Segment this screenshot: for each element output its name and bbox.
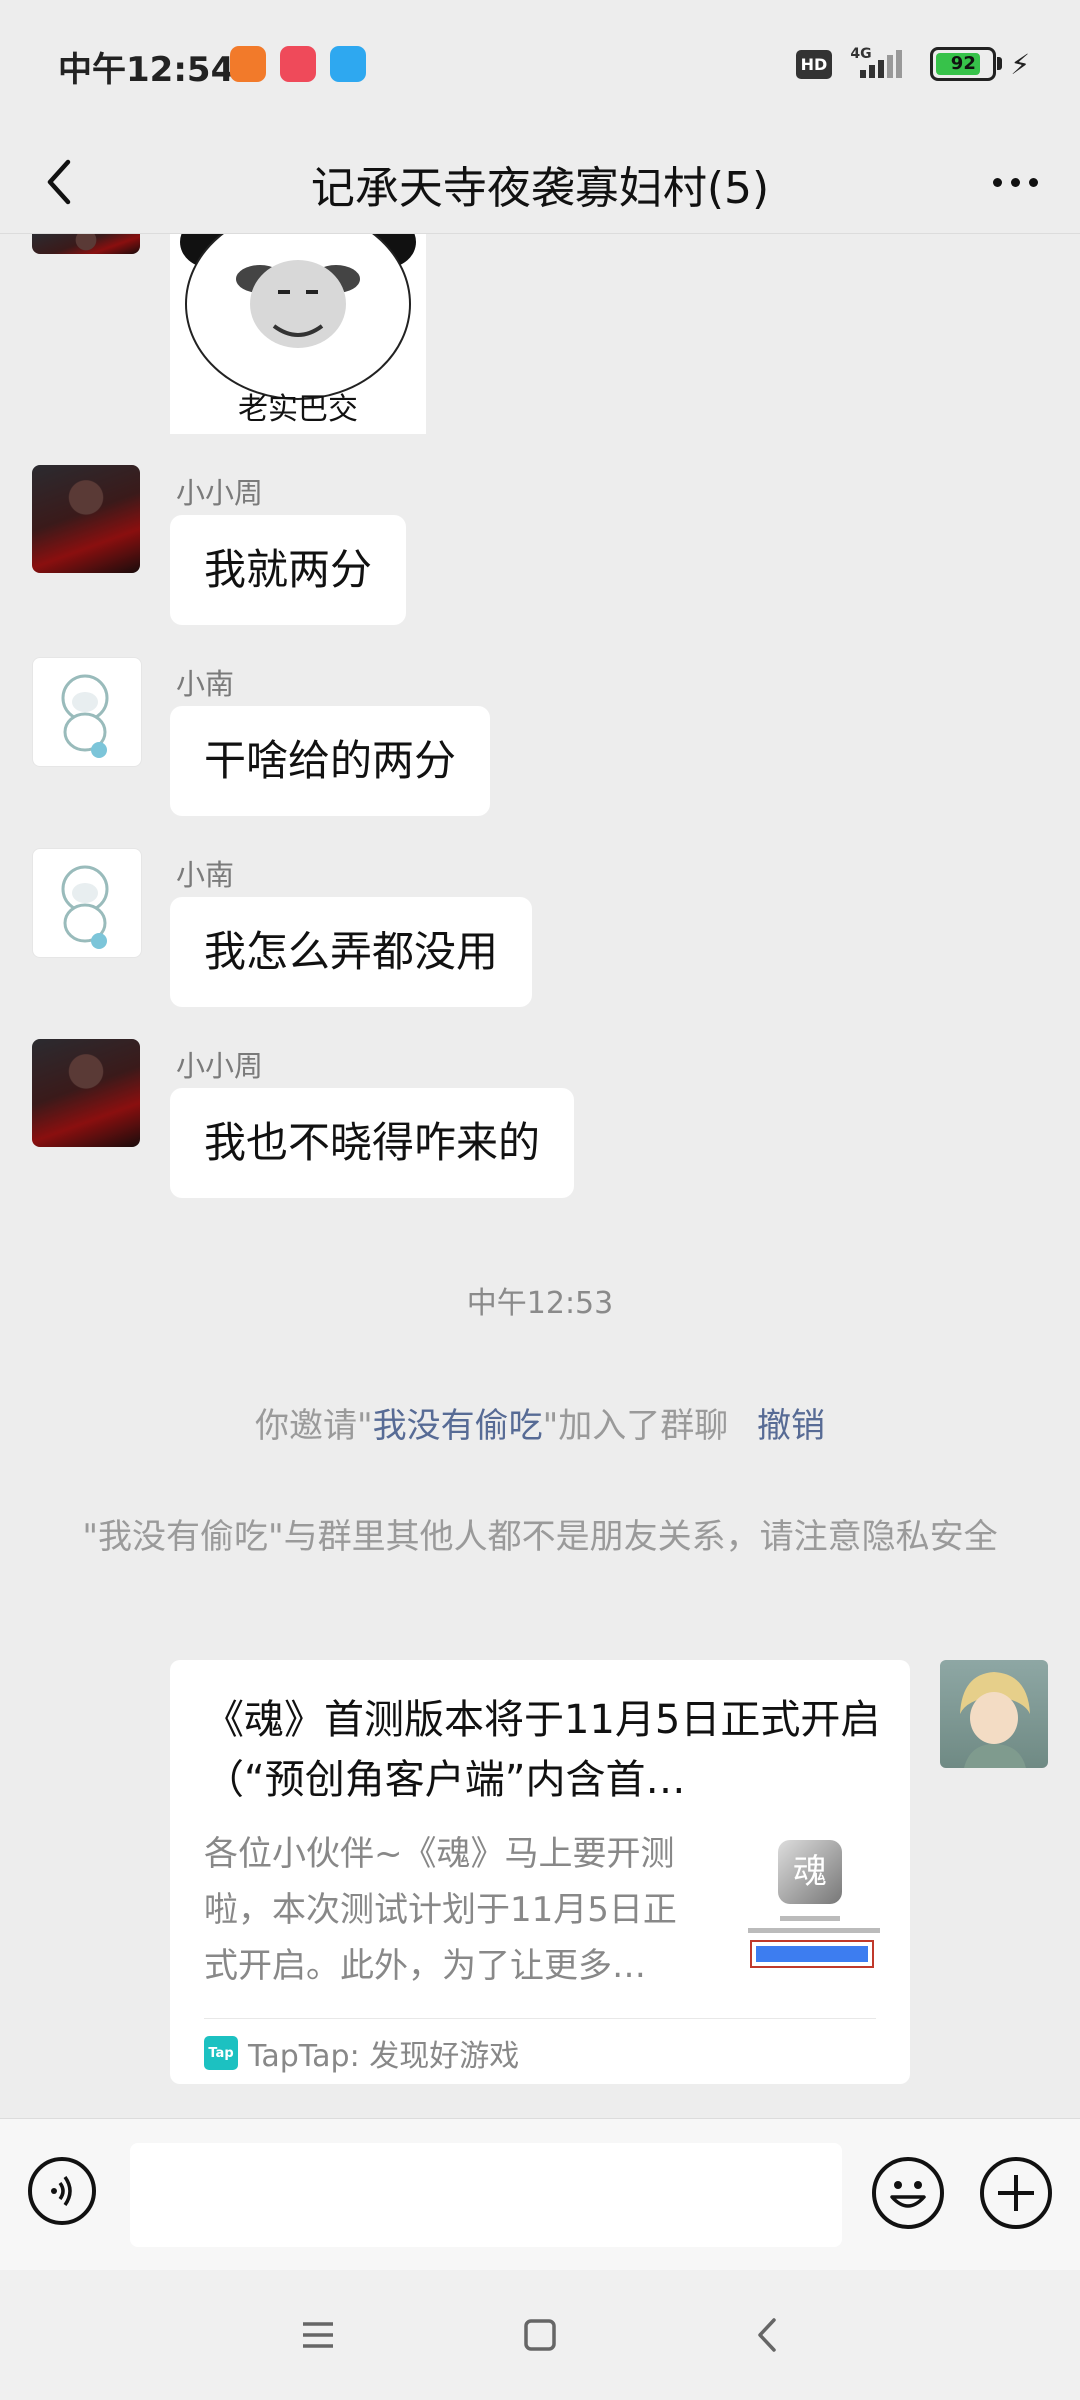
emoji-icon [890, 2181, 926, 2208]
astronaut-avatar-icon [61, 865, 109, 949]
my-avatar[interactable] [940, 1660, 1048, 1768]
signal-bars [860, 50, 903, 78]
sender-name: 小小周 [176, 1049, 264, 1083]
game-logo-text: 魂 [793, 1852, 827, 1892]
status-bar: 中午12:54 HD 4G 92 ⚡ [0, 0, 1080, 130]
system-invite-notice: 你邀请"我没有偷吃"加入了群聊 撤销 [0, 1398, 1080, 1447]
sender-name: 小小周 [176, 476, 264, 510]
back-icon [758, 2318, 776, 2352]
message-input[interactable] [130, 2143, 842, 2247]
more-actions-button[interactable] [980, 2157, 1052, 2229]
plus-icon [998, 2175, 1034, 2211]
home-button[interactable] [505, 2300, 575, 2370]
battery-percent: 92 [950, 53, 976, 74]
app-notification-icon [330, 46, 366, 82]
taptap-icon: Tap [204, 2036, 238, 2070]
game-logo-icon: 魂 [778, 1840, 842, 1904]
sticker-caption: 老实巴交 [238, 392, 358, 427]
more-dots-icon [1028, 177, 1038, 187]
message-bubble[interactable]: 我也不晓得咋来的 [170, 1088, 575, 1198]
sticker-image[interactable]: 老实巴交 [170, 234, 426, 434]
app-notification-icon [230, 46, 266, 82]
battery-icon: 92 [930, 47, 1003, 81]
shared-link-card[interactable]: 《魂》首测版本将于11月5日正式开启（“预创角客户端”内含首… 各位小伙伴~《魂… [170, 1660, 910, 2084]
avatar[interactable] [32, 848, 142, 958]
card-description: 各位小伙伴~《魂》马上要开测啦，本次测试计划于11月5日正式开启。此外，为了让更… [204, 1834, 677, 1986]
hd-icon: HD [795, 49, 833, 79]
header-divider [0, 233, 1080, 234]
menu-icon [303, 2322, 333, 2348]
undo-link[interactable]: 撤销 [757, 1406, 825, 1446]
avatar[interactable] [32, 234, 140, 254]
emoji-button[interactable] [872, 2157, 944, 2229]
card-source: Tap TapTap: 发现好游戏 [204, 2030, 519, 2076]
nav-back-button[interactable] [732, 2300, 802, 2370]
thumb-text-line [780, 1916, 840, 1921]
status-app-icons [230, 46, 366, 82]
message-bubble[interactable]: 干啥给的两分 [170, 706, 491, 816]
card-divider [204, 2018, 876, 2019]
invite-prefix: 你邀请" [254, 1406, 373, 1446]
status-time: 中午12:54 [58, 50, 235, 90]
timestamp: 中午12:53 [466, 1286, 614, 1321]
sender-name: 小南 [176, 667, 235, 701]
status-indicators: HD 4G 92 ⚡ [795, 46, 1030, 82]
more-dots-icon [1010, 177, 1020, 187]
privacy-warning: "我没有偷吃"与群里其他人都不是朋友关系，请注意隐私安全 [82, 1517, 998, 1557]
invite-suffix: "加入了群聊 [542, 1406, 729, 1446]
page-title: 记承天寺夜袭寡妇村(5) [310, 163, 770, 214]
thumb-button [750, 1940, 874, 1968]
voice-icon [51, 2175, 72, 2207]
card-source-label: TapTap: 发现好游戏 [248, 2039, 520, 2074]
card-title: 《魂》首测版本将于11月5日正式开启（“预创角客户端”内含首… [204, 1697, 881, 1803]
more-button[interactable] [980, 152, 1050, 212]
sender-name: 小南 [176, 858, 235, 892]
signal-icon: 4G [846, 46, 916, 82]
voice-button[interactable] [28, 2157, 96, 2225]
system-nav-bar [0, 2270, 1080, 2400]
menu-button[interactable] [283, 2300, 353, 2370]
home-icon [524, 2319, 556, 2351]
message-bubble[interactable]: 我怎么弄都没用 [170, 897, 533, 1007]
card-thumbnail: 魂 [740, 1840, 880, 1980]
charging-icon: ⚡ [1010, 47, 1030, 81]
thumb-text-line [748, 1928, 880, 1933]
input-bar [0, 2118, 1080, 2271]
avatar[interactable] [32, 465, 140, 573]
app-notification-icon [280, 46, 316, 82]
astronaut-avatar-icon [61, 674, 109, 758]
avatar[interactable] [32, 1039, 140, 1147]
invitee-name-link[interactable]: 我没有偷吃 [373, 1406, 543, 1446]
message-bubble[interactable]: 我就两分 [170, 515, 407, 625]
more-dots-icon [992, 177, 1002, 187]
avatar[interactable] [32, 657, 142, 767]
chat-header: 记承天寺夜袭寡妇村(5) [0, 130, 1080, 234]
anime-character-avatar-icon [960, 1672, 1030, 1768]
